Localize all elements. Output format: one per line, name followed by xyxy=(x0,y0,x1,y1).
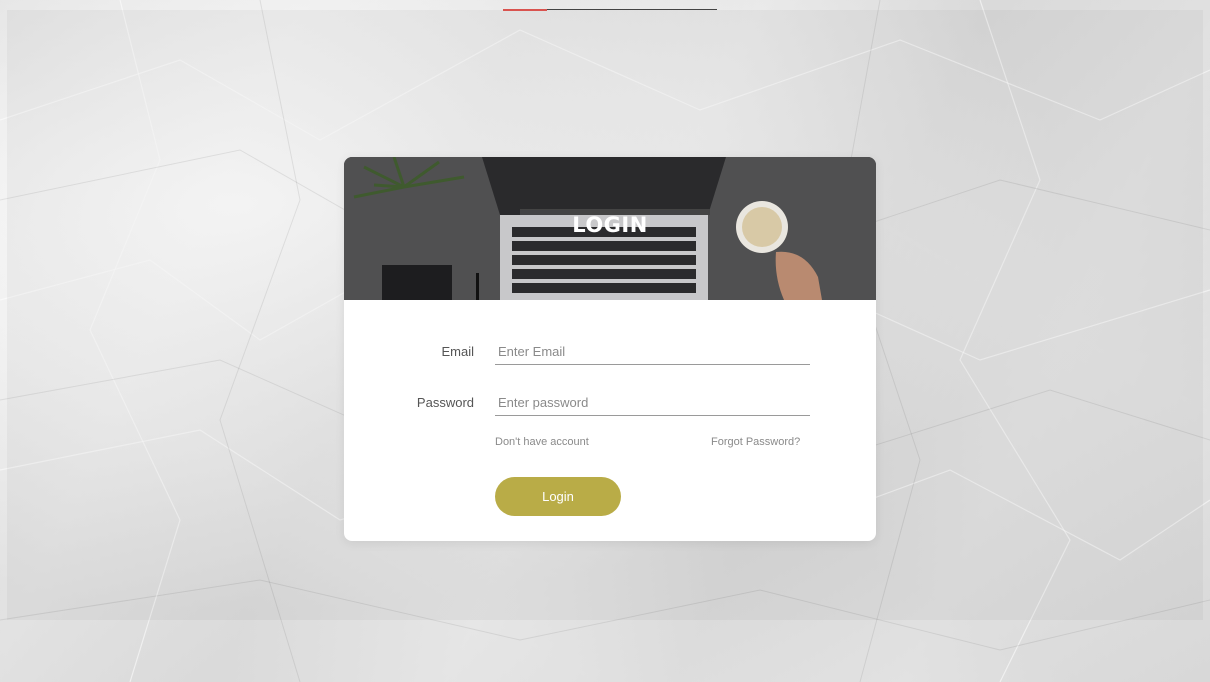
header-image: LOGIN xyxy=(344,157,876,300)
login-card: LOGIN Email Password Don't have account … xyxy=(344,157,876,541)
accent-strip-line xyxy=(547,9,717,10)
no-account-link[interactable]: Don't have account xyxy=(495,436,589,448)
password-label: Password xyxy=(416,395,474,410)
accent-strip xyxy=(503,9,547,11)
login-button[interactable]: Login xyxy=(495,477,621,516)
login-form: Email Password Don't have account Forgot… xyxy=(344,300,876,541)
page-title: LOGIN xyxy=(572,213,648,237)
password-field[interactable] xyxy=(495,389,810,416)
forgot-password-link[interactable]: Forgot Password? xyxy=(711,436,800,448)
email-label: Email xyxy=(441,344,474,359)
email-field[interactable] xyxy=(495,338,810,365)
